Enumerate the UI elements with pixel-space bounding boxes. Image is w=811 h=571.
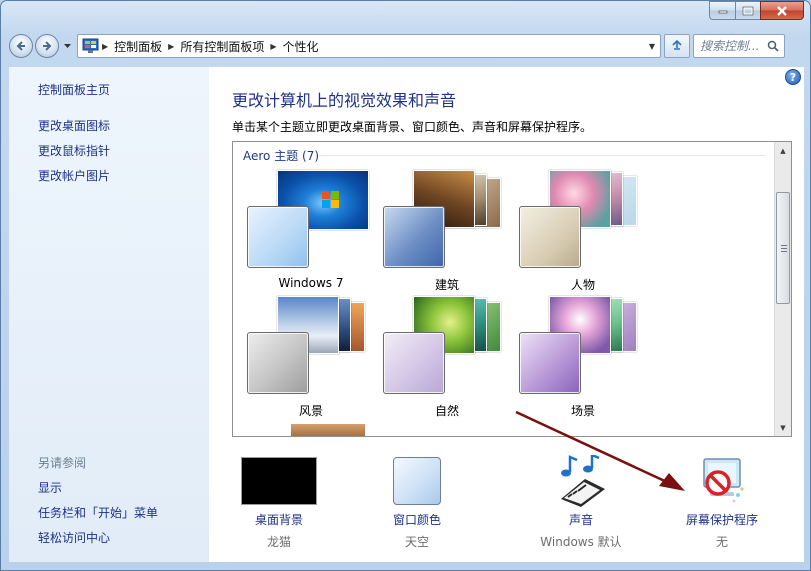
window-color-value: 天空 (404, 535, 429, 549)
screensaver-value: 无 (715, 535, 728, 549)
minimize-button[interactable] (709, 1, 735, 20)
search-input[interactable] (700, 39, 760, 53)
breadcrumb-control-panel[interactable]: 控制面板 (110, 38, 166, 55)
sidebar: 控制面板主页 更改桌面图标 更改鼠标指针 更改帐户图片 另请参阅 显示 任务栏和… (9, 67, 209, 564)
window-color-swatch (519, 206, 581, 268)
theme-preview-image[interactable] (291, 424, 365, 436)
window-color-swatch (383, 332, 445, 394)
search-box[interactable] (693, 34, 785, 58)
sound-value: Windows 默认 (540, 535, 622, 549)
scrollbar-grip (781, 245, 787, 246)
window-bottom-frame (1, 562, 810, 570)
sidebar-see-also-ease-of-access[interactable]: 轻松访问中心 (38, 529, 110, 546)
main-content: ? 更改计算机上的视觉效果和声音 单击某个主题立即更改桌面背景、窗口颜色、声音和… (209, 67, 804, 564)
back-button[interactable] (9, 34, 33, 58)
scroll-down-button[interactable]: ▼ (775, 419, 791, 436)
scrollbar-grip (781, 248, 787, 249)
breadcrumb-separator[interactable]: ▶ (100, 42, 110, 51)
screensaver-setting[interactable]: 屏幕保护程序 无 (652, 451, 792, 561)
theme-characters[interactable]: 人物 (519, 170, 647, 292)
desktop-background-setting[interactable]: 桌面背景 龙猫 (209, 451, 349, 561)
forward-button[interactable] (35, 34, 59, 58)
recent-pages-dropdown[interactable] (61, 34, 73, 58)
theme-label: 风景 (298, 404, 323, 418)
window-color-setting[interactable]: 窗口颜色 天空 (347, 451, 487, 561)
address-bar[interactable]: ▶ 控制面板 ▶ 所有控制面板项 ▶ 个性化 ▼ (77, 34, 661, 58)
close-icon (777, 5, 787, 16)
theme-label: 自然 (434, 404, 459, 418)
theme-label: Windows 7 (278, 276, 344, 290)
desktop-background-label[interactable]: 桌面背景 (209, 511, 349, 528)
breadcrumb-separator[interactable]: ▶ (268, 42, 278, 51)
caption-buttons (709, 1, 804, 20)
theme-label: 建筑 (434, 278, 459, 292)
scrollbar-thumb[interactable] (776, 192, 790, 304)
maximize-button[interactable] (735, 1, 760, 20)
page-description: 单击某个主题立即更改桌面背景、窗口颜色、声音和屏幕保护程序。 (232, 120, 593, 134)
window-color-icon (393, 457, 441, 505)
sidebar-change-account-picture[interactable]: 更改帐户图片 (38, 167, 110, 184)
back-arrow-icon (16, 41, 25, 51)
sound-icon (561, 455, 605, 507)
scrollbar-grip (781, 251, 787, 252)
page-title: 更改计算机上的视觉效果和声音 (232, 91, 457, 110)
minimize-icon (718, 10, 727, 13)
see-also-heading: 另请参阅 (38, 456, 87, 470)
search-icon[interactable] (767, 40, 779, 52)
help-icon: ? (789, 70, 797, 84)
desktop-background-value: 龙猫 (266, 535, 291, 549)
sidebar-change-mouse-pointers[interactable]: 更改鼠标指针 (38, 142, 110, 159)
breadcrumb-personalization[interactable]: 个性化 (279, 38, 323, 55)
maximize-icon (742, 6, 754, 15)
theme-scenes[interactable]: 场景 (519, 296, 647, 418)
theme-settings-row: 桌面背景 龙猫 窗口颜色 天空 声音 Windows 默认 屏幕保护程序 无 (239, 451, 799, 561)
navigation-bar: ▶ 控制面板 ▶ 所有控制面板项 ▶ 个性化 ▼ (9, 32, 802, 60)
refresh-button[interactable] (664, 34, 690, 58)
sidebar-control-panel-home[interactable]: 控制面板主页 (38, 81, 110, 98)
help-button[interactable]: ? (785, 69, 801, 85)
sidebar-see-also-taskbar[interactable]: 任务栏和「开始」菜单 (38, 504, 158, 521)
aero-themes-group-header[interactable]: Aero 主题 (7) (243, 147, 319, 164)
sound-label[interactable]: 声音 (511, 511, 651, 528)
breadcrumb-all-items[interactable]: 所有控制面板项 (176, 38, 268, 55)
breadcrumb-separator[interactable]: ▶ (166, 42, 176, 51)
sound-setting[interactable]: 声音 Windows 默认 (511, 451, 651, 561)
address-dropdown-button[interactable]: ▼ (644, 35, 660, 57)
sidebar-change-desktop-icons[interactable]: 更改桌面图标 (38, 117, 110, 134)
close-button[interactable] (760, 1, 804, 20)
personalization-window: ▶ 控制面板 ▶ 所有控制面板项 ▶ 个性化 ▼ 控制面板主页 更改桌面图标 更… (0, 0, 811, 571)
theme-landscapes[interactable]: 风景 (247, 296, 375, 418)
theme-label: 人物 (570, 278, 595, 292)
window-color-label[interactable]: 窗口颜色 (347, 511, 487, 528)
forward-arrow-icon (43, 41, 52, 51)
control-panel-icon (82, 38, 99, 53)
theme-list[interactable]: Aero 主题 (7) Windows 7 建筑 人物 风景 自然 场景 ▲ ▼ (232, 141, 792, 437)
theme-label: 场景 (570, 404, 595, 418)
window-color-swatch (383, 206, 445, 268)
window-color-swatch (519, 332, 581, 394)
window-color-swatch (247, 206, 309, 268)
desktop-background-icon (241, 457, 317, 505)
theme-windows-7[interactable]: Windows 7 (247, 170, 375, 290)
screensaver-label[interactable]: 屏幕保护程序 (652, 511, 792, 528)
theme-list-scrollbar[interactable]: ▲ ▼ (774, 142, 791, 436)
scroll-up-button[interactable]: ▲ (775, 142, 791, 159)
sidebar-see-also-display[interactable]: 显示 (38, 479, 62, 496)
refresh-icon (672, 39, 682, 50)
theme-architecture[interactable]: 建筑 (383, 170, 511, 292)
theme-nature[interactable]: 自然 (383, 296, 511, 418)
window-color-swatch (247, 332, 309, 394)
screensaver-icon (703, 458, 744, 503)
group-divider (319, 155, 765, 156)
chevron-down-icon (63, 43, 71, 48)
